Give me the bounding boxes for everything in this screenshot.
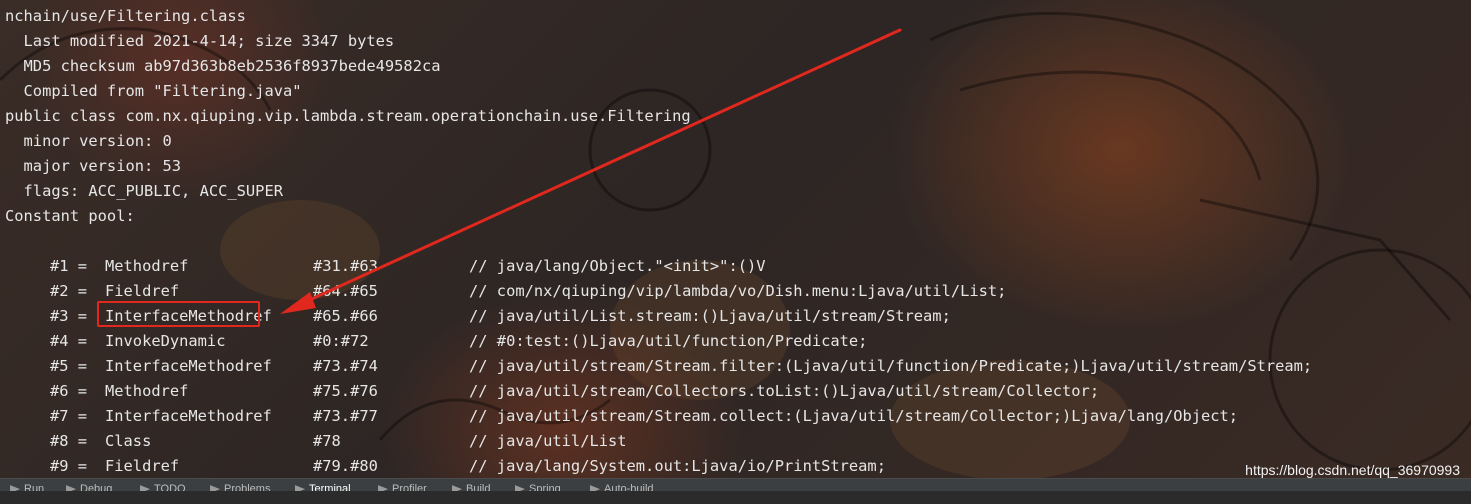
leaf-icon [515, 485, 525, 491]
list-icon [140, 485, 150, 491]
auto-build-icon [590, 485, 600, 491]
bug-icon [66, 485, 76, 491]
csdn-watermark: https://blog.csdn.net/qq_36970993 [1245, 462, 1460, 478]
red-arrow-annotation [280, 28, 902, 314]
hammer-icon [452, 485, 462, 491]
run-icon [10, 485, 20, 491]
terminal-icon [295, 485, 305, 491]
warning-icon [210, 485, 220, 491]
profiler-icon [378, 485, 388, 491]
bottom-tool-window-bar: Run Debug TODO Problems Terminal Profile… [0, 478, 1471, 491]
